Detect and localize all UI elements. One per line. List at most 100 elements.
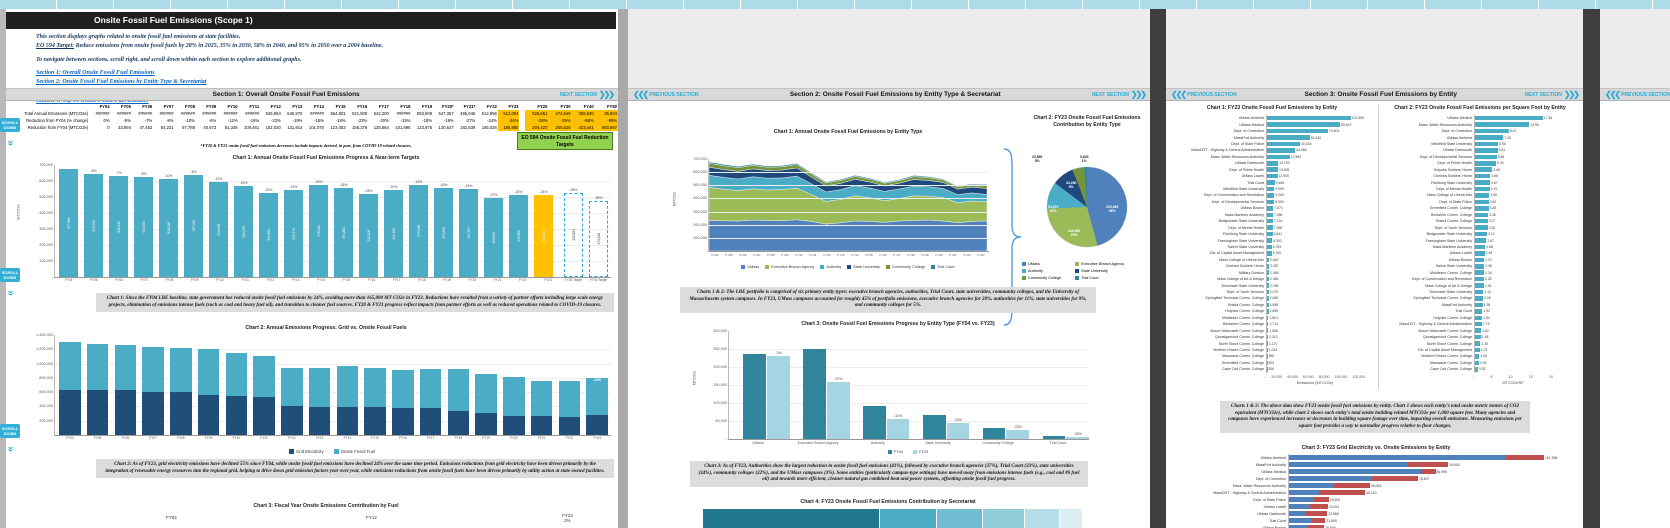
bar-value-label: 576,814 [316, 225, 321, 237]
previous-section-label[interactable]: PREVIOUS SECTION [649, 92, 698, 98]
x-axis-label: FY05 [725, 253, 733, 257]
bar: 512,856 [508, 194, 529, 277]
window-split-bar[interactable] [1150, 9, 1166, 528]
bar-value-label: 1,170 [1268, 341, 1278, 346]
y-axis-tick: 800,000 [39, 375, 53, 380]
target-cell: 525,651 [525, 110, 549, 117]
s3-chart2-xaxis: - 5 10 15 20 [1473, 375, 1553, 379]
target-cell: 36,504 [594, 110, 618, 117]
entity-label: Chelsea Soldiers' Home [1225, 264, 1264, 269]
bar-value-label: 3.36 [1489, 212, 1496, 217]
y-axis-tick: 400,000 [39, 404, 53, 409]
bar-value-label: 1,714 [1269, 322, 1278, 327]
bar-column [389, 335, 417, 435]
bar-column: -8% 623,653 [131, 165, 156, 277]
onsite-segment [114, 344, 137, 390]
scroll-down-label[interactable]: SCROLL DOWN [0, 424, 20, 439]
entity-row: Dept. of Correction 76,607 [1174, 475, 1579, 482]
entity-label: Mount Wachusett Comm. College [1210, 328, 1264, 333]
next-section-button[interactable]: NEXT SECTION ❯❯❯ [1525, 90, 1580, 99]
legend-swatch [887, 450, 892, 454]
next-section-label[interactable]: NEXT SECTION [560, 92, 597, 98]
entity-label: Berkshire Comm. College [1223, 322, 1264, 327]
blank-area [1166, 9, 1583, 88]
previous-section-button[interactable]: ❮❮❮ PREVIOUS SECTION [1605, 90, 1670, 99]
previous-section-label[interactable]: PREVIOUS SECTION [1187, 92, 1236, 98]
next-section-label[interactable]: NEXT SECTION [1525, 92, 1562, 98]
bar-value-label: 623,653 [141, 221, 146, 233]
entity-label: UMass Amherst [1446, 135, 1472, 140]
year-header: FY12 [270, 104, 281, 109]
chevron-down-icon[interactable]: » [5, 291, 16, 297]
bar [1475, 161, 1497, 166]
next-section-button[interactable]: NEXT SECTION ❯❯❯ [1092, 90, 1147, 99]
bar-value-label: 9,063 [1275, 193, 1284, 198]
bar-value-label: 7,674 [1274, 206, 1283, 211]
legend-item: Executive Branch Agency [1075, 261, 1124, 268]
s3-chart1-xaxis: -20,000 40,000 60,000 80,000 100,000 120,000 [1265, 375, 1365, 379]
entity-label: Holyoke Comm. College [1433, 315, 1472, 320]
next-section-label[interactable]: NEXT SECTION [1092, 92, 1129, 98]
bar-value-label: 3.76 [1490, 187, 1498, 192]
onsite-bar [1506, 455, 1544, 460]
entity-row: UMass Medical 86,995 [1174, 468, 1579, 475]
entity-label: Dept. of Conservation and Recreation [1411, 277, 1472, 282]
legend-item: UMass [1022, 261, 1061, 268]
window-split-bar[interactable] [1583, 9, 1600, 528]
stacked-bar [447, 335, 470, 435]
bar-column: -15% 575,988 [406, 165, 431, 277]
bar [1475, 206, 1489, 211]
bar-value-label: 1.92 [1483, 309, 1491, 314]
entity-label: Dept. of Correction [1233, 129, 1264, 134]
bar: 630,432 [108, 176, 129, 277]
target-year-header: FY30 [560, 104, 571, 109]
x-axis-label: FY04 [64, 278, 73, 282]
entity-label: MassDOT - Highway & Central Administrati… [1213, 490, 1286, 495]
target-year-header: FY25 [537, 104, 548, 109]
x-axis-label: FY07 [149, 436, 157, 440]
previous-section-button[interactable]: ❮❮❮ PREVIOUS SECTION [1171, 90, 1237, 99]
bar-fy23-wrap: -37% [826, 377, 850, 439]
pie-data-label: 5,843 1% [1080, 155, 1089, 164]
target-cell: 306,630 [571, 110, 595, 117]
entity-label: Dept. of Mental Health [1228, 225, 1264, 230]
bar-fy04 [922, 414, 946, 439]
year-header: FY13 [292, 104, 303, 109]
onsite-segment [142, 347, 164, 392]
entity-row: Mass. Water Resources Authority 48,063 [1174, 482, 1579, 489]
bar-column: -15% 576,814 [306, 165, 331, 277]
previous-section-button[interactable]: ❮❮❮ PREVIOUS SECTION [633, 90, 699, 99]
bar-value-label: 2.36 [1485, 264, 1492, 269]
link-section2[interactable]: Section 2: Onsite Fossil Fuel Emissions … [36, 78, 608, 87]
previous-section-label[interactable]: PREVIOUS SECTION [1621, 92, 1670, 98]
scroll-down-widget[interactable]: SCROLL DOWN » [0, 118, 20, 150]
bar-value-label: 3.10 [1488, 232, 1495, 237]
link-section1[interactable]: Section 1: Overall Onsite Fossil Fuel Em… [36, 69, 608, 78]
onsite-segment [86, 343, 109, 390]
value-cell: -5% [123, 118, 131, 123]
entity-label: Springfield Technical Comm. College [1413, 296, 1472, 301]
blank-area [628, 9, 1150, 88]
bar-column [445, 335, 473, 435]
x-axis-label: FY14 [343, 436, 352, 440]
scroll-down-label[interactable]: SCROLL DOWN [0, 268, 20, 283]
segment-label: -24% [593, 378, 602, 383]
chevron-down-icon[interactable]: » [5, 447, 16, 453]
bar-value-label: 17.36 [1543, 116, 1553, 121]
chevron-down-icon[interactable]: » [5, 141, 16, 147]
stacked-bar [558, 335, 581, 435]
entity-label: Greenfield Comm. College [1221, 360, 1264, 365]
scroll-down-widget[interactable]: SCROLL DOWN » [0, 424, 20, 456]
x-axis-label: FY23 [544, 278, 552, 282]
x-axis-label: FY13 [837, 253, 845, 257]
bar-pct-label: -33% [1073, 431, 1082, 436]
section3-header: ❮❮❮ PREVIOUS SECTION Section 3: Onsite F… [1166, 88, 1583, 101]
year-header: FY04 [99, 104, 110, 109]
next-section-button[interactable]: NEXT SECTION ❯❯❯ [560, 90, 615, 99]
x-axis-label: FY19 [921, 253, 929, 257]
bar-fy23 [1006, 430, 1030, 439]
x-axis-label: FY19 [443, 278, 451, 282]
bar-column [417, 335, 445, 435]
scroll-down-widget[interactable]: SCROLL DOWN » [0, 268, 20, 300]
scroll-down-label[interactable]: SCROLL DOWN [0, 118, 20, 133]
